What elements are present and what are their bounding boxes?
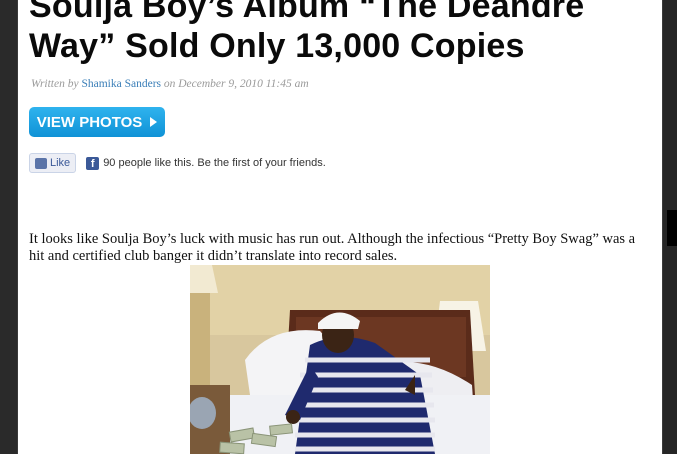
photo-illustration	[190, 265, 490, 454]
article-title: Soulja Boy’s Album “The Deandre Way” Sol…	[29, 0, 585, 65]
byline-prefix: Written by	[31, 78, 79, 90]
byline: Written by Shamika Sanders on December 9…	[31, 78, 309, 90]
article-photo[interactable]	[190, 265, 490, 454]
play-arrow-icon	[150, 117, 158, 127]
article-paragraph: It looks like Soulja Boy’s luck with mus…	[29, 231, 636, 264]
article-content: Soulja Boy’s Album “The Deandre Way” Sol…	[18, 0, 662, 454]
author-link[interactable]: Shamika Sanders	[81, 78, 161, 90]
facebook-like-widget: Like f 90 people like this. Be the first…	[29, 153, 326, 173]
right-window-edge	[662, 0, 677, 454]
post-date: December 9, 2010 11:45 am	[178, 78, 309, 90]
scrollbar-notch	[667, 210, 677, 246]
facebook-icon: f	[86, 156, 100, 170]
view-photos-label: VIEW PHOTOS	[36, 113, 143, 131]
left-window-edge	[0, 0, 18, 454]
like-button-label: Like	[50, 157, 71, 169]
byline-on: on	[163, 78, 176, 90]
thumbs-up-icon	[35, 157, 47, 169]
like-button[interactable]: Like	[29, 153, 77, 173]
view-photos-button[interactable]: VIEW PHOTOS	[29, 107, 165, 137]
like-count-text: 90 people like this. Be the first of you…	[103, 157, 326, 169]
